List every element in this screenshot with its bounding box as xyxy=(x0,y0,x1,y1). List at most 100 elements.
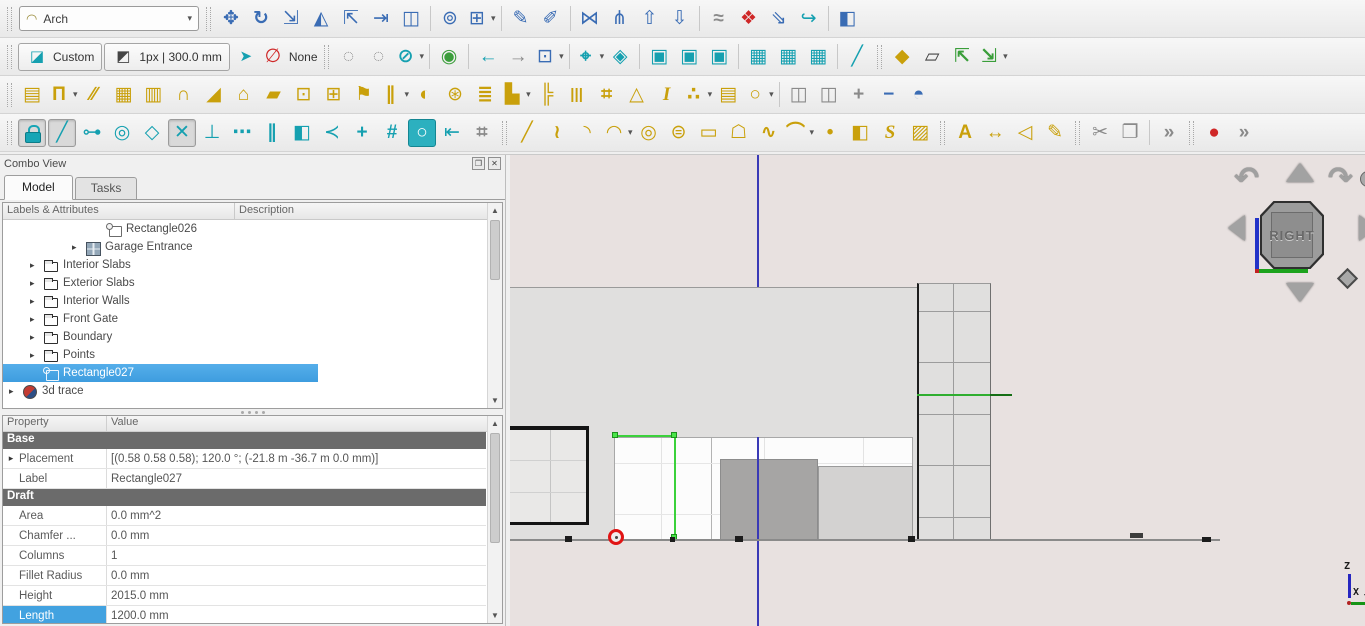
scrollbar-thumb[interactable] xyxy=(490,220,500,280)
scrollbar-thumb[interactable] xyxy=(490,433,500,543)
toolbar-handle[interactable] xyxy=(7,45,12,69)
draft-dimension-button[interactable]: ↔ xyxy=(981,119,1009,147)
scroll-down-icon[interactable]: ▼ xyxy=(488,608,502,623)
tree-scrollbar[interactable]: ▲ ▼ xyxy=(487,203,502,408)
arch-section-plane-button[interactable]: ◐ xyxy=(411,81,439,109)
apply-style-button[interactable]: ➤ xyxy=(232,43,260,71)
toolbar-handle[interactable] xyxy=(7,7,12,31)
draft-to-sketch-button[interactable]: ↪ xyxy=(795,5,823,33)
arch-structure-button[interactable]: Π▾ xyxy=(48,81,78,109)
selection-frame-alt-button[interactable]: ◌ xyxy=(365,43,393,71)
arch-axis-button[interactable]: ∥▾ xyxy=(380,81,410,109)
arch-panel-button[interactable]: ▙▾ xyxy=(501,81,531,109)
view-front-button[interactable]: ▣ xyxy=(645,43,673,71)
view-top-button[interactable]: ▣ xyxy=(675,43,703,71)
property-name[interactable]: Fillet Radius xyxy=(3,566,107,585)
arch-curtain-wall-button[interactable]: ▦ xyxy=(110,81,138,109)
expand-arrow-icon[interactable]: ▸ xyxy=(30,296,43,307)
toolbar-overflow-right-button[interactable]: » xyxy=(1230,119,1258,147)
arch-reference-button[interactable]: ⚑ xyxy=(350,81,378,109)
annotation-styles-button[interactable]: ✎ xyxy=(1041,119,1069,147)
property-header-name[interactable]: Property xyxy=(3,416,107,431)
arch-fence-button[interactable]: ⌗ xyxy=(593,81,621,109)
arch-pipe-dropdown-icon[interactable]: ▾ xyxy=(769,89,774,100)
arch-material-dropdown-icon[interactable]: ▾ xyxy=(708,89,713,100)
draft-fillet-button[interactable]: ◝ xyxy=(573,119,601,147)
interactive-select-button[interactable]: ◉ xyxy=(435,43,463,71)
zoom-tools-button[interactable]: ⌖▾ xyxy=(575,43,605,71)
property-value[interactable]: 1200.0 mm xyxy=(107,606,486,624)
snap-grid-button[interactable]: # xyxy=(378,119,406,147)
toolbar-handle[interactable] xyxy=(324,45,329,69)
expand-arrow-icon[interactable]: ▸ xyxy=(30,332,43,343)
tree-item-garage-entrance[interactable]: ▸Garage Entrance xyxy=(3,238,486,256)
zoom-tools-dropdown-icon[interactable]: ▾ xyxy=(600,51,605,62)
expand-arrow-icon[interactable]: ▸ xyxy=(30,350,43,361)
snap-midpoint-button[interactable]: ⊶ xyxy=(78,119,106,147)
rotate-left-icon[interactable]: ↶ xyxy=(1234,161,1259,196)
tree-item-boundary[interactable]: ▸Boundary xyxy=(3,328,486,346)
arch-drawing-view-button[interactable]: ▰ xyxy=(260,81,288,109)
selection-frame-button[interactable]: ◌ xyxy=(335,43,363,71)
edit-copy-button[interactable]: ❐ xyxy=(1116,119,1144,147)
draft-slice-button[interactable]: ◫ xyxy=(397,5,425,33)
arch-window-button[interactable]: ⊞ xyxy=(320,81,348,109)
nav-back-button[interactable]: ← xyxy=(474,43,502,71)
draft-facebinder-button[interactable]: ◧ xyxy=(846,119,874,147)
toolbar-handle[interactable] xyxy=(1075,121,1080,145)
selection-handle[interactable] xyxy=(612,432,618,438)
property-name[interactable]: Label xyxy=(3,469,107,488)
snap-dimensions-button[interactable]: ⇤ xyxy=(438,119,466,147)
snap-toggle-off-dropdown-icon[interactable]: ▾ xyxy=(420,51,425,62)
property-group-draft[interactable]: Draft xyxy=(3,489,486,506)
property-name[interactable]: ▸Placement xyxy=(3,449,107,468)
snap-intersection-button[interactable]: ✕ xyxy=(168,119,196,147)
draft-arc-dropdown-icon[interactable]: ▾ xyxy=(628,127,633,138)
draft-trimex-button[interactable]: ⇥ xyxy=(367,5,395,33)
property-name[interactable]: Length xyxy=(3,606,107,624)
snap-angle-button[interactable]: ◇ xyxy=(138,119,166,147)
property-value[interactable]: [(0.58 0.58 0.58); 120.0 °; (-21.8 m -36… xyxy=(107,449,486,468)
tree-item-points[interactable]: ▸Points xyxy=(3,346,486,364)
draft-bezier-button[interactable]: ⌒▾ xyxy=(785,119,815,147)
draft-line-button[interactable]: ╱ xyxy=(513,119,541,147)
nav-dot[interactable] xyxy=(1360,171,1365,187)
draft-array-button[interactable]: ⊞▾ xyxy=(466,5,496,33)
draft-point-button[interactable]: • xyxy=(816,119,844,147)
expand-arrow-icon[interactable]: ▸ xyxy=(72,242,85,253)
edit-cut-button[interactable]: ✂ xyxy=(1086,119,1114,147)
draft-polygon-button[interactable]: ☖ xyxy=(725,119,753,147)
expand-arrow-icon[interactable]: ▸ xyxy=(3,453,19,464)
light-gray-box[interactable] xyxy=(818,466,913,540)
snap-endpoint-button[interactable]: ╱ xyxy=(48,119,76,147)
draft-label-button[interactable]: ◁ xyxy=(1011,119,1039,147)
expand-arrow-icon[interactable]: ▸ xyxy=(30,314,43,325)
property-name[interactable]: Chamfer ... xyxy=(3,526,107,545)
arch-panel-dropdown-icon[interactable]: ▾ xyxy=(526,89,531,100)
view-right-button[interactable]: ▣ xyxy=(705,43,733,71)
autogroup-button[interactable]: ∅None xyxy=(262,43,318,71)
tree-item-interior-slabs[interactable]: ▸Interior Slabs xyxy=(3,256,486,274)
toolbar-handle[interactable] xyxy=(7,83,12,107)
view-left-button[interactable]: ▦ xyxy=(804,43,832,71)
macro-record-button[interactable]: ● xyxy=(1200,119,1228,147)
snap-center-button[interactable]: ◎ xyxy=(108,119,136,147)
building-tower[interactable] xyxy=(917,283,991,540)
draft-mirror-button[interactable]: ◭ xyxy=(307,5,335,33)
scroll-up-icon[interactable]: ▲ xyxy=(488,416,502,431)
draft-bezier-dropdown-icon[interactable]: ▾ xyxy=(810,127,815,138)
draft-scale-button[interactable]: ⇲ xyxy=(277,5,305,33)
arch-material-button[interactable]: ∴▾ xyxy=(683,81,713,109)
snap-special-button[interactable]: ◧ xyxy=(288,119,316,147)
tree-item-front-gate[interactable]: ▸Front Gate xyxy=(3,310,486,328)
arch-multiple-structures-button[interactable]: ∕∕ xyxy=(80,81,108,109)
draft-downgrade-button[interactable]: ⇩ xyxy=(666,5,694,33)
arch-schedule-button[interactable]: ▤ xyxy=(714,81,742,109)
tab-tasks[interactable]: Tasks xyxy=(75,177,138,200)
nav-down-arrow[interactable] xyxy=(1286,283,1314,302)
arch-dome-button[interactable]: ∩ xyxy=(170,81,198,109)
arch-truss-button[interactable]: △ xyxy=(623,81,651,109)
tree-item-interior-walls[interactable]: ▸Interior Walls xyxy=(3,292,486,310)
arch-space-button[interactable]: ⊡ xyxy=(290,81,318,109)
toolbar-overflow-button[interactable]: » xyxy=(1155,119,1183,147)
